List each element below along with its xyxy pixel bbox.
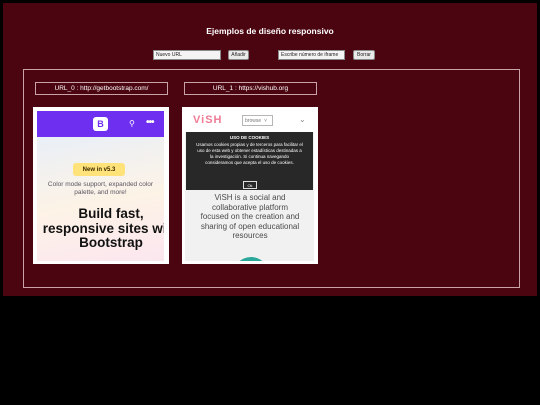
vish-description: ViSH is a social and collaborative platf… <box>200 193 300 240</box>
page-title: Ejemplos de diseño responsivo <box>206 26 334 36</box>
bootstrap-subtitle: Color mode support, expanded color palet… <box>47 181 154 196</box>
browse-select[interactable]: browse ˅ <box>242 115 273 126</box>
cookie-title: USO DE COOKIES <box>229 135 270 140</box>
cookie-banner: USO DE COOKIES Usamos cookies propias y … <box>186 132 313 190</box>
bootstrap-page: B ⚲ ••• New in v5.3 Color mode support, … <box>37 111 164 261</box>
frame-1-url-label: URL_1 : https://vishub.org <box>184 82 317 95</box>
bootstrap-logo[interactable]: B <box>93 117 108 131</box>
cookie-ok-button[interactable]: Ok <box>243 181 257 189</box>
iframe-number-input[interactable]: Escribe número de iframe <box>278 50 345 60</box>
url-input[interactable]: Nuevo URL <box>153 50 221 60</box>
frame-1-iframe[interactable]: ViSH browse ˅ ⌄ ViSH is a social and col… <box>182 107 318 264</box>
vish-circle-graphic <box>233 257 269 261</box>
version-badge[interactable]: New in v5.3 <box>73 163 125 176</box>
bootstrap-headline: Build fast, responsive sites with Bootst… <box>42 206 164 250</box>
iframe-number-placeholder: Escribe número de iframe <box>281 52 339 58</box>
frame-0-url-label: URL_0 : http://getbootstrap.com/ <box>35 82 168 95</box>
browse-label: browse <box>245 117 262 124</box>
cookie-text: Usamos cookies propias y de terceros par… <box>196 142 303 165</box>
vish-logo[interactable]: ViSH <box>193 114 222 126</box>
more-icon[interactable]: ••• <box>146 117 154 128</box>
vish-page: ViSH browse ˅ ⌄ ViSH is a social and col… <box>185 110 314 261</box>
delete-button[interactable]: Borrar <box>353 50 375 60</box>
chevron-down-icon: ˅ <box>264 117 268 124</box>
menu-chevron-icon[interactable]: ⌄ <box>299 115 306 124</box>
add-button[interactable]: Añadir <box>228 50 249 60</box>
frame-0-iframe[interactable]: B ⚲ ••• New in v5.3 Color mode support, … <box>33 107 169 264</box>
search-icon[interactable]: ⚲ <box>129 119 135 128</box>
url-input-placeholder: Nuevo URL <box>156 52 182 58</box>
